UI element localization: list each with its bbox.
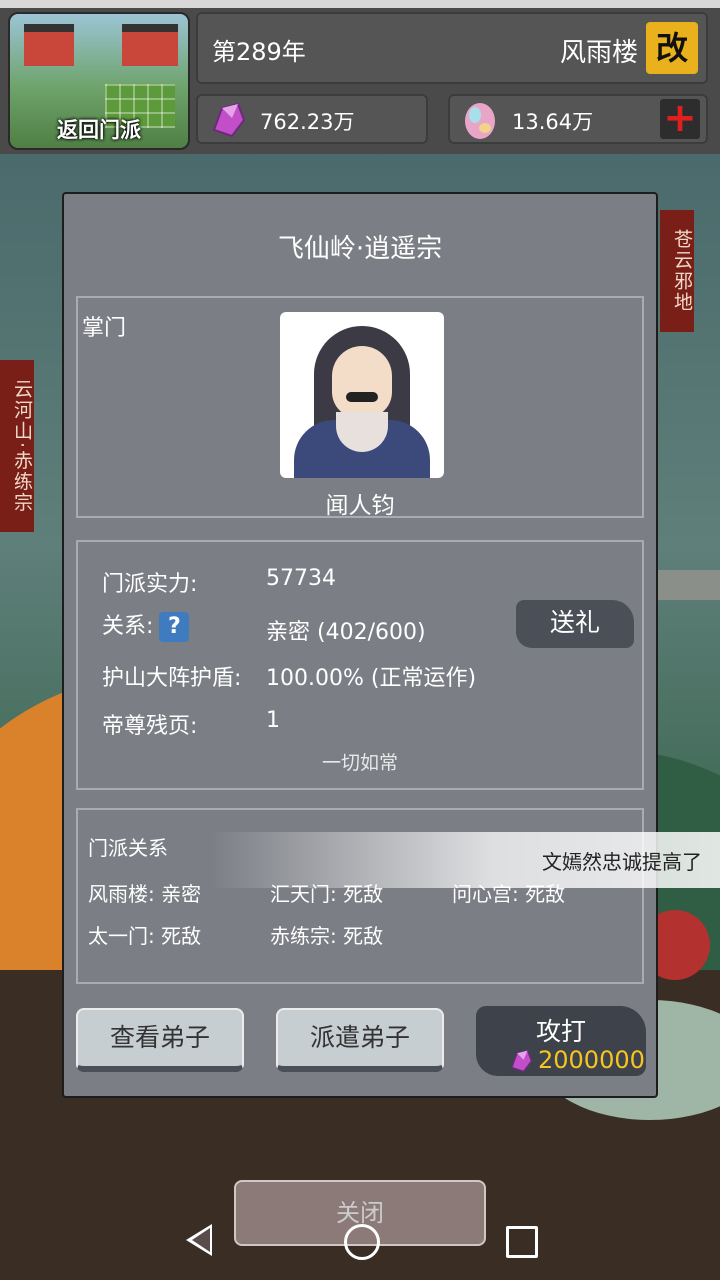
attack-label: 攻打: [535, 1017, 586, 1046]
spirit-egg-icon: [465, 103, 495, 139]
relation-value: 亲密 (402/600): [266, 620, 426, 645]
system-nav-bar: [0, 1200, 720, 1280]
spirit-stone-counter: 762.23万: [196, 94, 428, 144]
pages-value: 1: [266, 708, 280, 733]
back-icon-inner: [192, 1228, 210, 1252]
relation-item: 太一门: 死敌: [88, 924, 202, 948]
map-road: [655, 570, 720, 600]
leader-panel: 掌门 闻人钧: [76, 296, 644, 519]
relation-item: 赤练宗: 死敌: [270, 924, 384, 948]
toast-notification: 文嫣然忠诚提高了: [210, 832, 720, 888]
spirit-stone-value: 762.23万: [260, 110, 355, 134]
sect-name: 风雨楼: [559, 38, 638, 68]
shield-value: 100.00% (正常运作): [266, 666, 477, 691]
map-label-chilianzong[interactable]: 云河山·赤练宗: [0, 360, 34, 532]
leader-label: 掌门: [82, 316, 127, 341]
leader-portrait[interactable]: [280, 312, 444, 478]
return-sect-button[interactable]: 返回门派: [8, 12, 190, 150]
portrait-face: [332, 346, 392, 418]
relation-item: 风雨楼: 亲密: [88, 882, 202, 906]
status-strip: [0, 0, 720, 8]
year-text: 第289年: [212, 38, 306, 66]
building-icon: [24, 24, 74, 66]
dispatch-disciples-button[interactable]: 派遣弟子: [276, 1008, 444, 1072]
map-label-cangyun[interactable]: 苍云邪地: [660, 210, 694, 332]
home-icon[interactable]: [344, 1224, 380, 1260]
relation-row: 关系:?: [102, 608, 190, 642]
leader-name: 闻人钧: [325, 493, 395, 519]
spirit-stone-icon: [511, 1049, 533, 1073]
year-bar: 第289年 风雨楼 改: [196, 12, 708, 84]
dialog-title: 飞仙岭·逍遥宗: [277, 234, 443, 264]
recent-apps-icon[interactable]: [506, 1226, 538, 1258]
toast-text: 文嫣然忠诚提高了: [542, 850, 702, 874]
building-icon: [122, 24, 178, 66]
relation-label: 关系:: [102, 614, 154, 639]
spirit-egg-value: 13.64万: [512, 110, 594, 134]
help-icon[interactable]: ?: [159, 612, 190, 642]
relations-title: 门派关系: [88, 836, 168, 860]
gift-button[interactable]: 送礼: [516, 600, 634, 648]
attack-cost: 2000000: [538, 1046, 645, 1074]
power-label: 门派实力:: [102, 572, 198, 597]
shield-label: 护山大阵护盾:: [102, 666, 242, 691]
portrait-moustache: [346, 392, 378, 402]
rename-button[interactable]: 改: [646, 22, 698, 74]
power-value: 57734: [266, 566, 336, 591]
return-sect-label: 返回门派: [57, 118, 141, 142]
add-resource-button[interactable]: +: [660, 98, 700, 139]
attack-button[interactable]: 攻打 2000000: [476, 1006, 646, 1076]
spirit-stone-icon: [212, 102, 246, 138]
sect-stats-panel: 门派实力: 57734 关系:? 亲密 (402/600) 送礼 护山大阵护盾:…: [76, 540, 644, 790]
pages-label: 帝尊残页:: [102, 714, 198, 739]
spirit-egg-counter: 13.64万 +: [448, 94, 708, 144]
sect-info-dialog: 飞仙岭·逍遥宗 掌门 闻人钧 门派实力: 57734 关系:? 亲密 (402/…: [62, 192, 658, 1098]
view-disciples-button[interactable]: 查看弟子: [76, 1008, 244, 1072]
top-hud: 返回门派 第289年 风雨楼 改 762.23万 13.64万 +: [0, 0, 720, 154]
status-text: 一切如常: [321, 752, 398, 774]
